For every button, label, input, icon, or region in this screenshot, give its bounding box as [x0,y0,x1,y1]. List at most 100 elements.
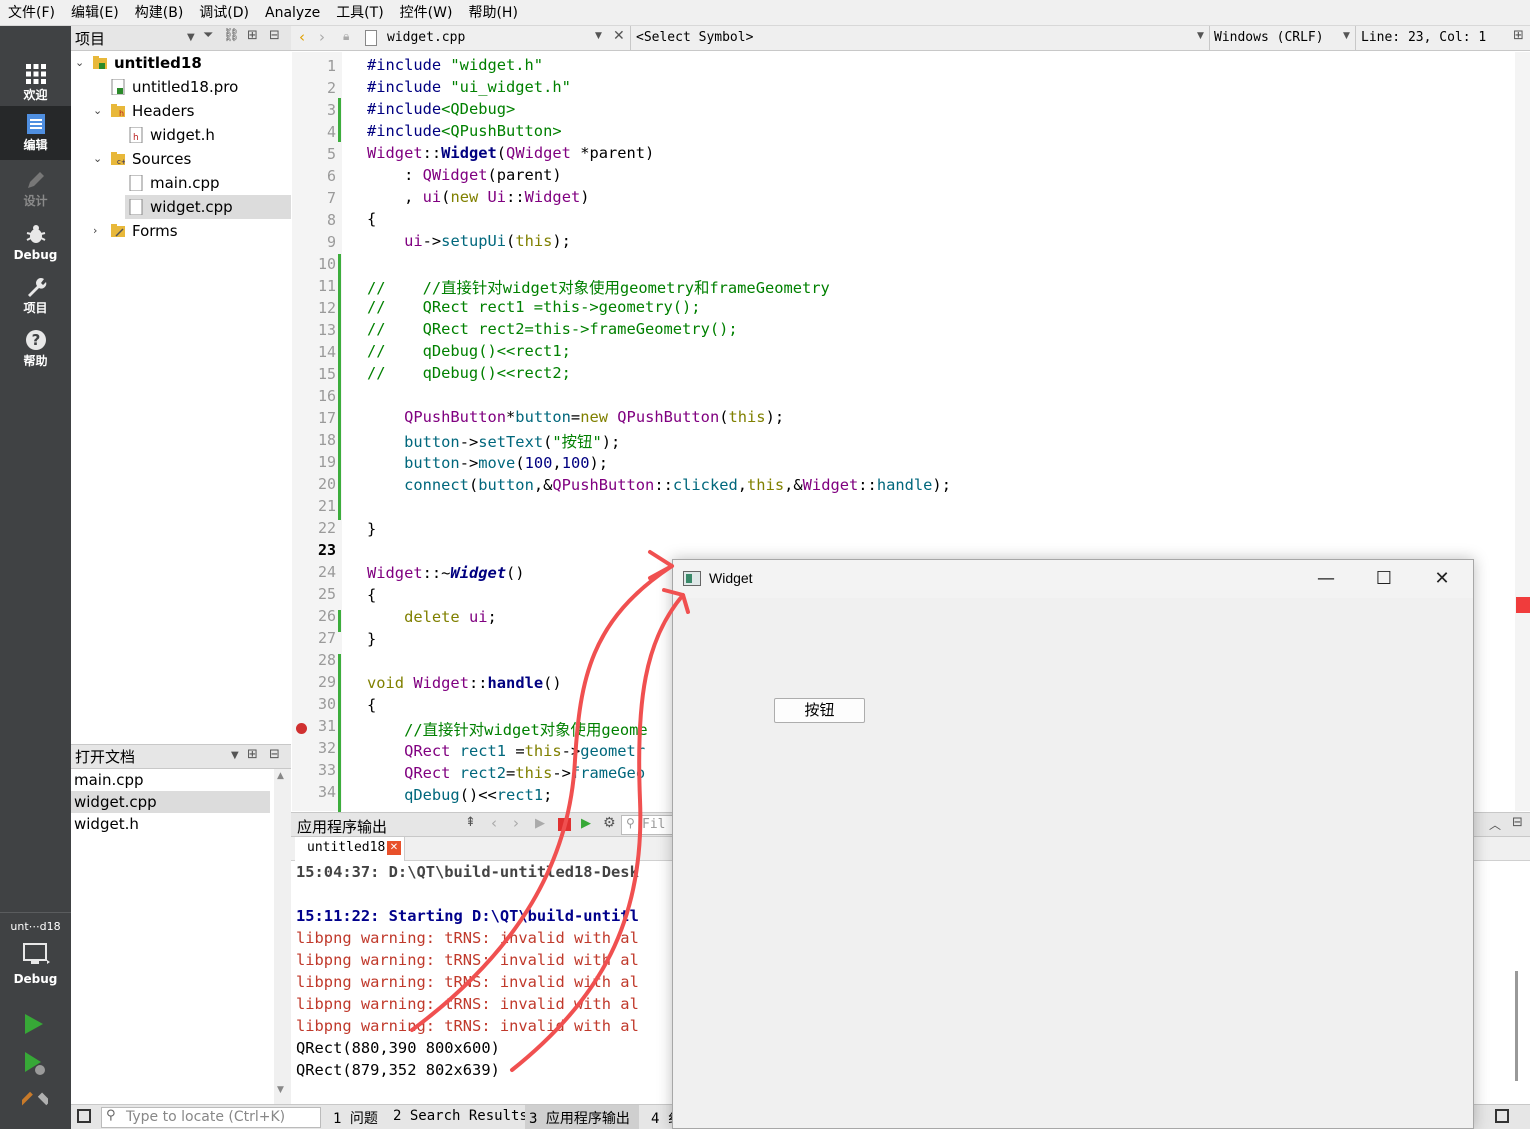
mode-design[interactable]: 设计 [0,162,71,214]
tree-item-headers[interactable]: ⌄ h Headers [71,99,291,123]
status-tab-output[interactable]: 3 应用程序输出 [529,1108,630,1128]
link-icon[interactable]: ⛓ [223,28,240,43]
scroll-up-icon[interactable]: ▲ [277,771,284,781]
editor-scrollbar[interactable] [1515,52,1530,811]
tree-item-sources[interactable]: ⌄ c+ Sources [71,147,291,171]
menu-file[interactable]: 文件(F) [0,0,63,26]
debug-run-button[interactable] [23,1050,47,1080]
open-doc-item[interactable]: widget.cpp [71,791,270,813]
settings-gear-icon[interactable]: ⚙ [603,815,616,831]
widget-title-bar[interactable]: Widget — ☐ ✕ [673,560,1473,598]
menu-build[interactable]: 构建(B) [127,0,192,26]
widget-push-button[interactable]: 按钮 [774,698,865,723]
scroll-down-icon[interactable]: ▼ [277,1085,284,1095]
code-line-2: #include "ui_widget.h" [367,78,571,96]
line-number-gutter: 1 2 3 4 5 6 7 8 9 10 11 12 13 14 15 16 17 18 19 20 21 22 23 24 2… [292,52,342,811]
symbol-dropdown-icon[interactable]: ▼ [1197,31,1204,41]
close-file-icon[interactable]: ✕ [613,28,625,44]
minimize-button[interactable]: — [1297,560,1355,598]
prev-icon[interactable]: ‹ [491,814,497,832]
mode-edit[interactable]: 编辑 [0,106,71,160]
tree-item-main-cpp[interactable]: main.cpp [71,171,291,195]
editor-file-name[interactable]: widget.cpp [387,30,465,45]
chevron-down-icon[interactable]: ⌄ [75,51,84,75]
stop-icon[interactable] [558,818,571,831]
line-number: 12 [317,299,336,317]
chevron-down-icon[interactable]: ⌄ [93,99,102,123]
dropdown-arrow-icon[interactable]: ▼ [187,32,195,43]
dropdown-arrow-icon[interactable]: ▼ [231,750,239,761]
right-sidebar-toggle-icon[interactable] [1495,1109,1509,1123]
filter-icon[interactable]: ⏷ [203,28,213,43]
open-doc-item[interactable]: widget.h [71,813,270,835]
menu-controls[interactable]: 控件(W) [392,0,461,26]
output-tab[interactable]: untitled18 ✕ [295,837,405,861]
menu-edit[interactable]: 编辑(E) [63,0,127,26]
build-button[interactable] [18,1088,51,1118]
menu-help[interactable]: 帮助(H) [460,0,525,26]
rerun-icon[interactable]: ▶ [535,816,545,831]
tree-label-widget-h: widget.h [150,126,215,144]
wrench-icon [27,278,46,297]
locator-input[interactable]: ⚲ Type to locate (Ctrl+K) [101,1107,321,1128]
tree-item-widget-h[interactable]: h widget.h [71,123,291,147]
headers-folder-icon: h [111,104,125,118]
symbol-selector[interactable]: <Select Symbol> [636,30,753,45]
next-icon[interactable]: › [513,814,519,832]
clear-output-icon[interactable]: ⇞ [465,815,476,830]
tree-label-widget-cpp: widget.cpp [150,198,233,216]
breakpoint-warning-icon[interactable] [296,723,307,734]
debug-attach-icon[interactable]: ▶ [581,816,591,831]
tree-item-pro[interactable]: untitled18.pro [71,75,291,99]
tree-item-forms[interactable]: › Forms [71,219,291,243]
split-icon[interactable]: ⊞ [247,747,258,762]
menu-analyze[interactable]: Analyze [257,0,328,26]
status-tab-search[interactable]: 2 Search Results [393,1108,528,1124]
close-tab-icon[interactable]: ✕ [387,841,401,855]
kit-selector[interactable]: Debug [0,940,71,998]
split-icon[interactable]: ⊞ [1513,28,1524,43]
line-number: 13 [317,321,336,339]
line-ending-selector[interactable]: Windows (CRLF) [1214,30,1324,45]
nav-forward-icon[interactable]: › [319,28,325,46]
chevron-down-icon[interactable]: ⌄ [93,147,102,171]
run-button[interactable] [23,1012,45,1040]
line-ending-dropdown-icon[interactable]: ▼ [1343,31,1350,41]
line-number: 20 [317,475,336,493]
maximize-pane-icon[interactable]: ︿ [1489,816,1501,833]
mode-welcome[interactable]: 欢迎 [0,56,71,108]
maximize-icon: ☐ [1375,568,1393,589]
open-doc-item[interactable]: main.cpp [71,769,270,791]
cursor-position[interactable]: Line: 23, Col: 1 [1361,30,1486,45]
mode-bar: 欢迎 编辑 设计 Debug 项目 ? 帮助 unt⋯d18 Debug [0,26,71,1129]
open-docs-scrollbar[interactable]: ▲ ▼ [274,769,291,1104]
status-tab-issues[interactable]: 1 问题 [333,1108,378,1128]
nav-back-icon[interactable]: ‹ [299,28,305,46]
tree-item-widget-cpp[interactable]: widget.cpp [125,195,291,219]
close-pane-icon[interactable]: ⊟ [1512,815,1523,830]
line-number: 22 [317,519,336,537]
maximize-button[interactable]: ☐ [1355,560,1413,598]
pencil-icon [27,172,44,188]
code-line-25: { [367,586,377,604]
close-pane-icon[interactable]: ⊟ [269,747,280,762]
sidebar-toggle-icon[interactable] [77,1109,91,1123]
mode-debug[interactable]: Debug [0,216,71,268]
close-pane-icon[interactable]: ⊟ [269,28,280,43]
line-number: 7 [326,189,336,207]
close-button[interactable]: ✕ [1413,560,1471,598]
menu-debug[interactable]: 调试(D) [191,0,257,26]
search-icon: ⚲ [106,1108,116,1123]
code-line-29: void Widget::handle() [367,674,562,692]
line-number: 25 [317,585,336,603]
mode-help[interactable]: ? 帮助 [0,322,71,374]
chevron-right-icon[interactable]: › [93,219,97,243]
output-scrollbar[interactable] [1515,971,1518,1081]
menu-tools[interactable]: 工具(T) [328,0,391,26]
file-dropdown-icon[interactable]: ▼ [595,31,602,41]
grid-icon [25,64,46,84]
split-icon[interactable]: ⊞ [247,28,258,43]
mode-projects[interactable]: 项目 [0,269,71,321]
project-pane-title: 项目 [75,29,106,48]
tree-item-root[interactable]: ⌄ untitled18 [71,51,291,75]
